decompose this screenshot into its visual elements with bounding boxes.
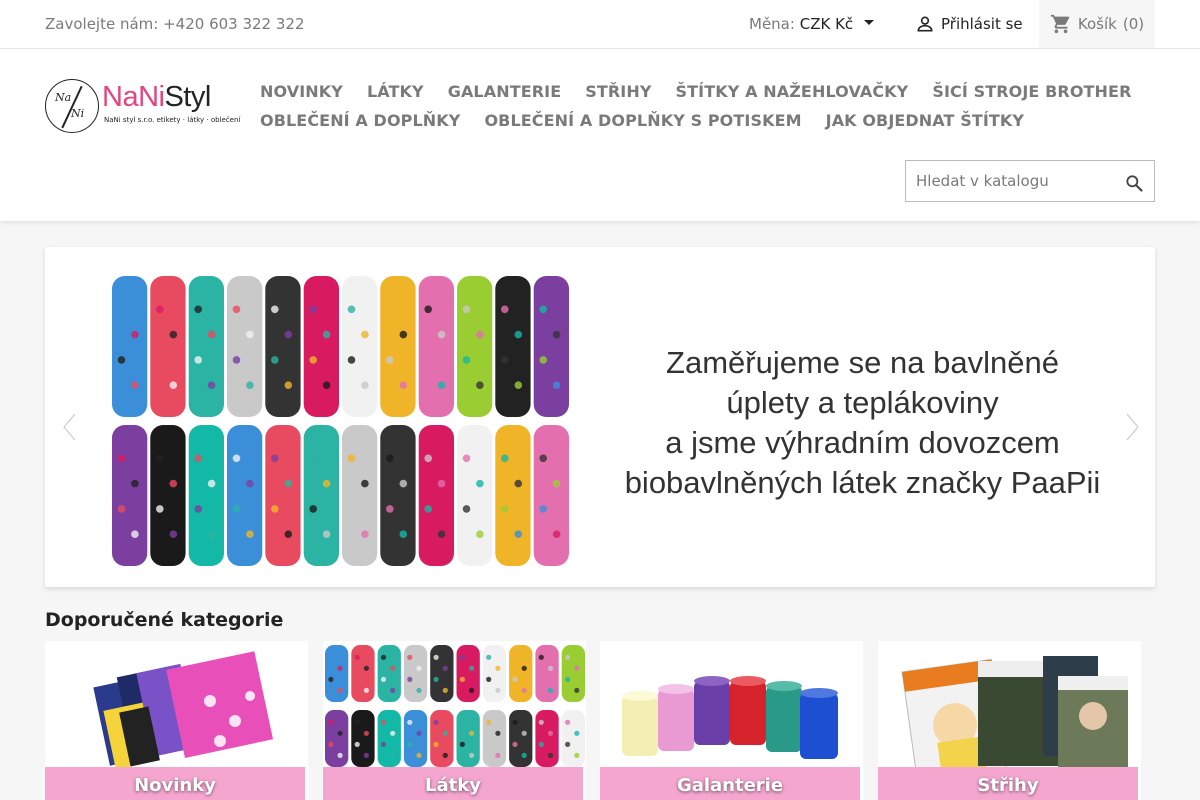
shopping-cart-icon <box>1050 14 1070 34</box>
search-icon[interactable] <box>1124 173 1144 193</box>
slide-caption: Zaměřujeme se na bavlněné úplety a teplá… <box>570 343 1155 503</box>
currency-label: Měna: <box>749 15 795 33</box>
menu-item-latky[interactable]: LÁTKY <box>367 82 424 111</box>
logo-wordmark: NaNiStyl <box>102 81 211 114</box>
category-image <box>901 656 1128 771</box>
category-card-latky[interactable]: Látky <box>323 641 586 800</box>
top-bar: Zavolejte nám: +420 603 322 322 Měna: CZ… <box>0 0 1200 49</box>
menu-item-stitky[interactable]: ŠTÍTKY A NAŽEHLOVAČKY <box>676 82 909 111</box>
currency-value: CZK Kč <box>799 15 854 33</box>
category-label: Galanterie <box>676 775 784 796</box>
logo-mark-a: Na <box>55 91 72 104</box>
currency-selector[interactable]: Měna: CZK Kč <box>749 15 874 33</box>
menu-item-galanterie[interactable]: GALANTERIE <box>448 82 562 111</box>
hero-slider: Zaměřujeme se na bavlněné úplety a teplá… <box>45 247 1155 587</box>
fabric-stack-image <box>112 276 569 566</box>
category-label: Střihy <box>977 775 1039 796</box>
chevron-right-icon[interactable] <box>1123 412 1141 442</box>
cart-button[interactable]: Košík (0) <box>1039 0 1155 48</box>
logo-tagline: NaNi styl s.r.o. etikety · látky · obleč… <box>104 116 241 124</box>
featured-categories-title: Doporučené kategorie <box>45 609 284 631</box>
main-menu: NOVINKY LÁTKY GALANTERIE STŘIHY ŠTÍTKY A… <box>260 82 1131 140</box>
category-image <box>93 651 274 770</box>
search-box <box>905 160 1155 202</box>
main-menu-row-1: NOVINKY LÁTKY GALANTERIE STŘIHY ŠTÍTKY A… <box>260 82 1131 111</box>
menu-item-obleceni-potisk[interactable]: OBLEČENÍ A DOPLŇKY S POTISKEM <box>484 111 801 140</box>
cart-label: Košík <box>1077 15 1117 33</box>
slide-caption-line: úplety a teplákoviny <box>726 385 999 420</box>
menu-item-strihy[interactable]: STŘIHY <box>585 82 651 111</box>
site-logo[interactable]: Na Ni NaNiStyl NaNi styl s.r.o. etikety … <box>45 79 240 135</box>
logo-mark-b: Ni <box>71 107 85 120</box>
menu-item-obleceni[interactable]: OBLEČENÍ A DOPLŇKY <box>260 111 460 140</box>
category-image <box>622 676 838 759</box>
category-image <box>325 645 585 767</box>
chevron-left-icon[interactable] <box>61 412 79 442</box>
menu-item-novinky[interactable]: NOVINKY <box>260 82 343 111</box>
caret-down-icon <box>863 20 874 25</box>
slide-caption-line: a jsme výhradním dovozcem <box>665 425 1060 460</box>
category-card-strihy[interactable]: Střihy <box>878 641 1141 800</box>
login-link[interactable]: Přihlásit se <box>915 14 1023 34</box>
cart-count: (0) <box>1122 15 1145 33</box>
category-card-novinky[interactable]: Novinky <box>45 641 308 800</box>
menu-item-sici-stroje[interactable]: ŠICÍ STROJE BROTHER <box>932 82 1131 111</box>
menu-item-jak-objednat[interactable]: JAK OBJEDNAT ŠTÍTKY <box>826 111 1024 140</box>
logo-wordmark-styl: Styl <box>164 81 211 113</box>
category-card-galanterie[interactable]: Galanterie <box>600 641 863 800</box>
person-icon <box>917 16 933 32</box>
slide-caption-line: Zaměřujeme se na bavlněné <box>666 345 1059 380</box>
search-input[interactable] <box>906 161 1116 201</box>
login-label: Přihlásit se <box>941 15 1023 33</box>
site-header: Na Ni NaNiStyl NaNi styl s.r.o. etikety … <box>0 49 1200 221</box>
category-label: Novinky <box>134 775 216 796</box>
slide-caption-line: biobavlněných látek značky PaaPii <box>624 465 1101 500</box>
main-menu-row-2: OBLEČENÍ A DOPLŇKY OBLEČENÍ A DOPLŇKY S … <box>260 111 1060 140</box>
category-label: Látky <box>425 775 481 796</box>
logo-emblem <box>45 79 99 133</box>
contact-phone: Zavolejte nám: +420 603 322 322 <box>45 15 305 33</box>
logo-wordmark-nani: NaNi <box>102 81 165 113</box>
